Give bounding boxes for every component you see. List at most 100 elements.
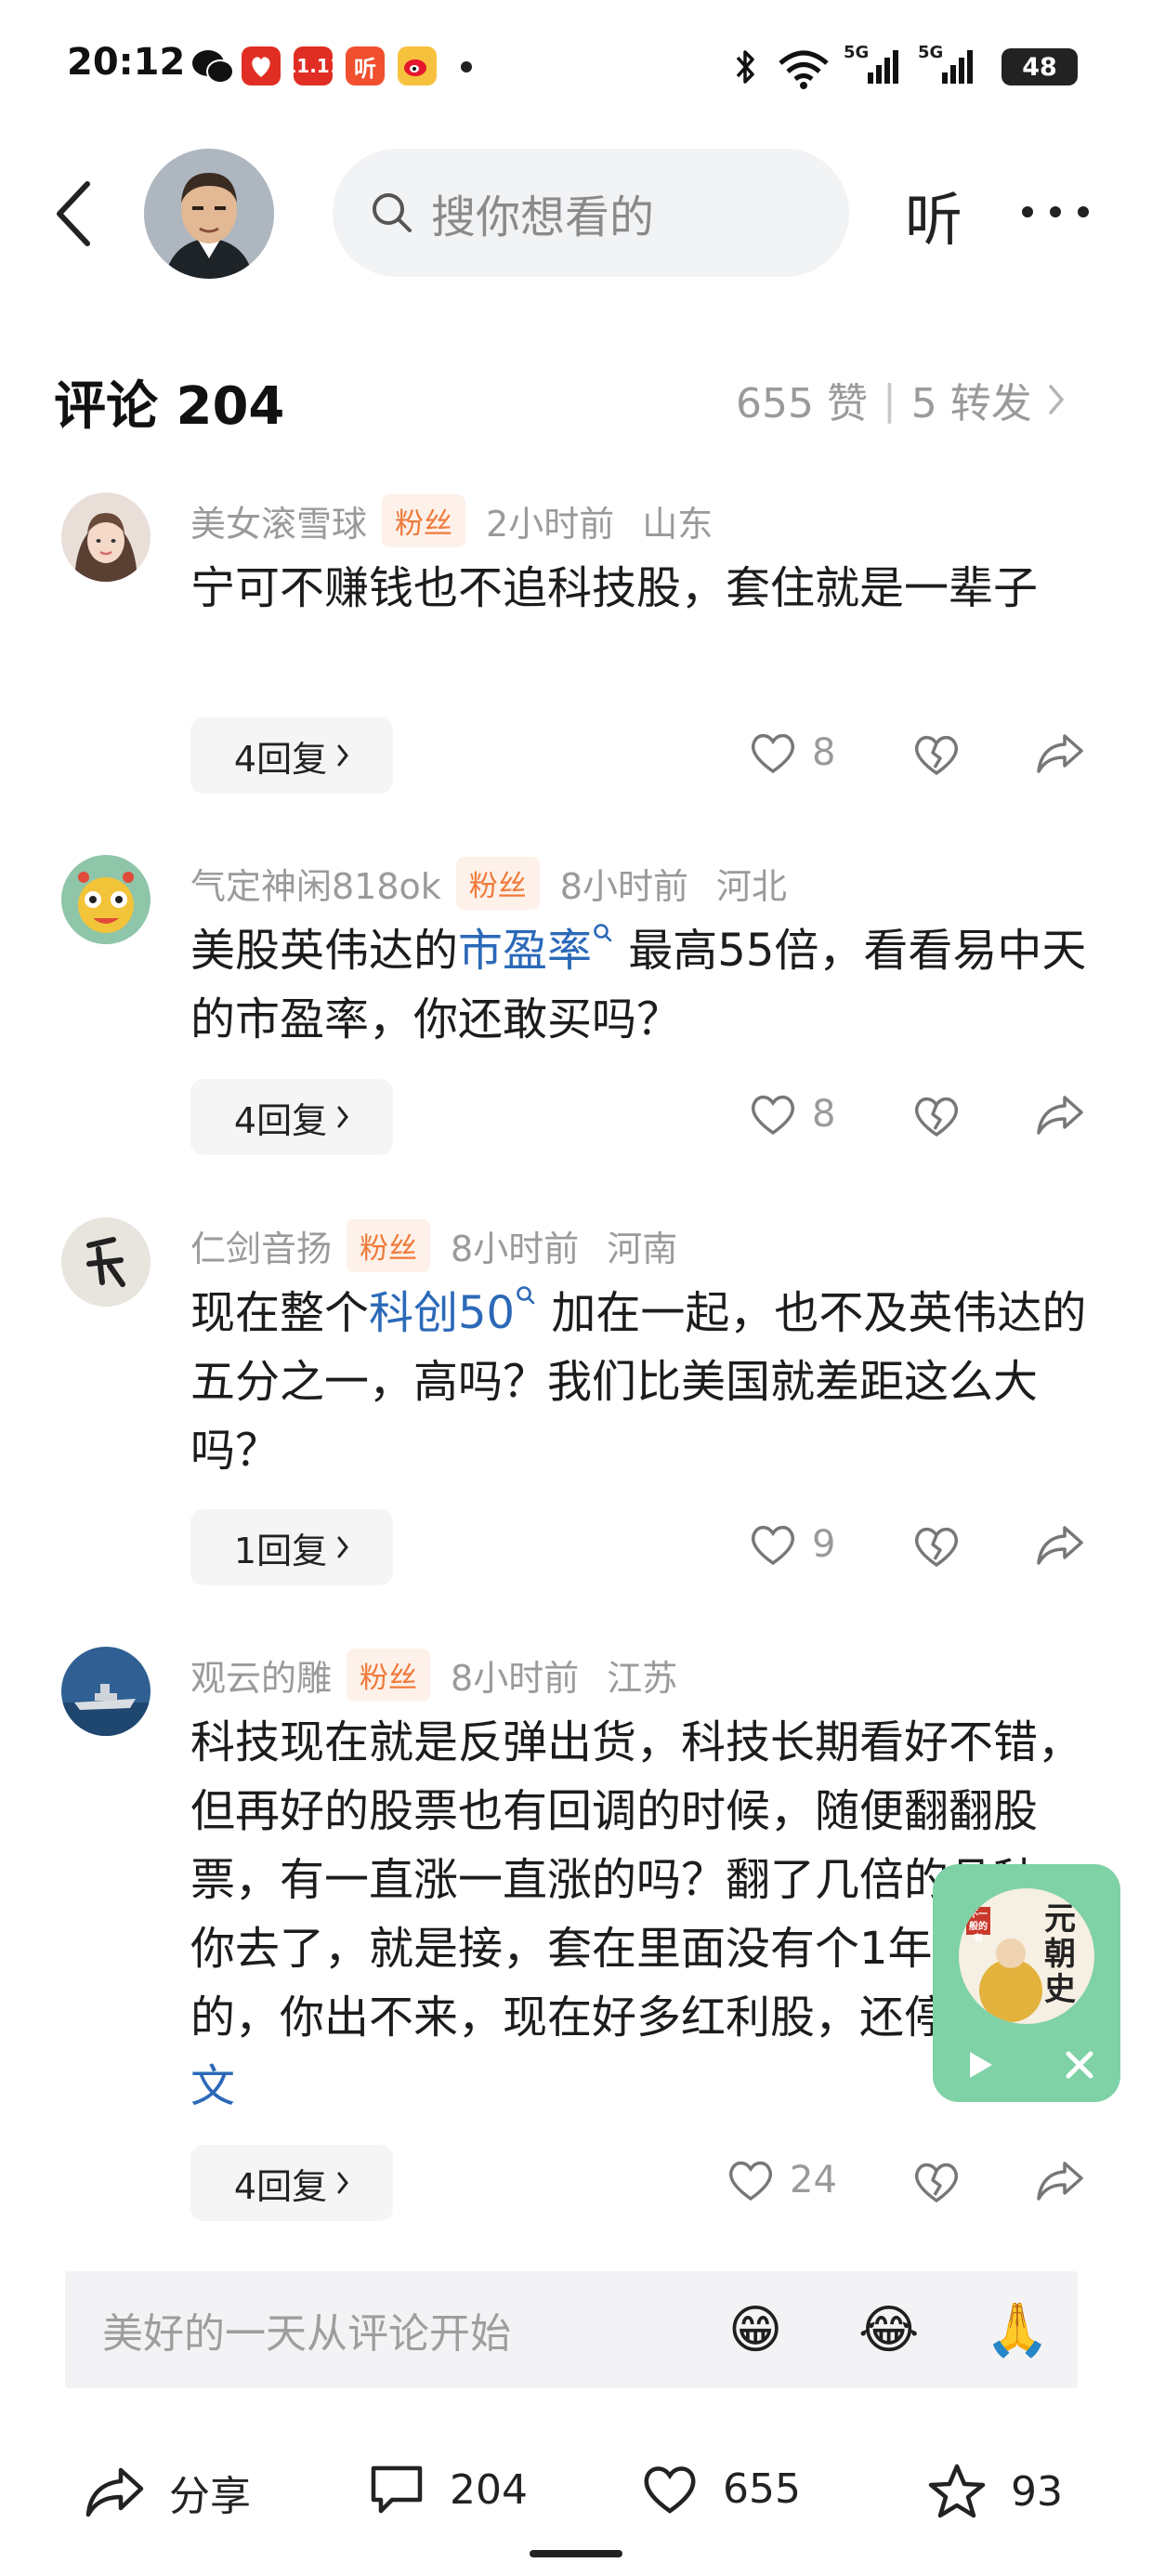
chevron-right-icon xyxy=(1047,383,1066,416)
comments-button[interactable]: 204 xyxy=(368,2463,528,2517)
comment-input[interactable]: 美好的一天从评论开始 xyxy=(65,2271,1078,2388)
search-keyword-link[interactable]: 科创50 xyxy=(369,1286,537,1339)
taobao-1111-icon: 11.11 xyxy=(283,46,343,85)
comment-text: 宁可不赚钱也不追科技股，套住就是一辈子 xyxy=(190,562,1039,614)
comment-username[interactable]: 美女滚雪球 xyxy=(190,495,367,546)
commenter-avatar[interactable] xyxy=(61,493,151,582)
laugh-emoji-icon[interactable]: 😂 xyxy=(858,2303,919,2359)
search-icon xyxy=(594,924,612,942)
pray-emoji-icon[interactable]: 🙏 xyxy=(985,2303,1050,2359)
like-post-button[interactable]: 655 xyxy=(641,2463,801,2515)
search-keyword-link[interactable]: 市盈率 xyxy=(458,924,614,977)
comment-username[interactable]: 气定神闲818ok xyxy=(190,858,441,909)
comments-count: 204 xyxy=(450,2465,528,2514)
floating-audio-player[interactable]: 不一般的有 元朝史 xyxy=(933,1864,1120,2102)
dislike-heart-icon[interactable] xyxy=(912,1524,961,1569)
comment-location: 河北 xyxy=(715,866,787,907)
comments-title: 评论 204 xyxy=(54,376,285,437)
replies-label: 4回复 xyxy=(233,1099,328,1141)
comment-time: 2小时前 xyxy=(486,504,615,545)
pinduoduo-icon xyxy=(242,46,281,85)
dislike-heart-icon[interactable] xyxy=(912,732,961,777)
comment-time: 8小时前 xyxy=(451,1229,580,1269)
replies-label: 1回复 xyxy=(233,1530,328,1571)
comment-input-placeholder: 美好的一天从评论开始 xyxy=(102,2310,511,2358)
battery-indicator: 48 xyxy=(1001,48,1078,85)
like-count: 8 xyxy=(812,1093,836,1136)
like-button[interactable]: 8 xyxy=(749,1092,835,1137)
like-button[interactable]: 9 xyxy=(749,1522,835,1567)
heart-icon xyxy=(749,730,797,775)
share-button[interactable]: 分享 xyxy=(84,2463,251,2522)
heart-icon xyxy=(749,1092,797,1137)
replies-button[interactable]: 4回复 xyxy=(190,1079,393,1155)
chevron-right-icon xyxy=(336,743,349,768)
signal-5g-icon-1: 5G xyxy=(844,43,901,89)
comment-text: 美股英伟达的市盈率 最高55倍，看看易中天的市盈率，你还敢买吗？ xyxy=(190,916,1092,1054)
play-icon[interactable] xyxy=(961,2046,998,2083)
wifi-icon xyxy=(777,48,831,89)
wechat-icon xyxy=(191,48,234,85)
listen-app-icon: 听 xyxy=(346,46,385,85)
chevron-right-icon xyxy=(336,2171,349,2195)
audio-cover[interactable]: 不一般的有 元朝史 xyxy=(959,1888,1094,2024)
likes-count: 655 xyxy=(723,2464,801,2513)
comment-time: 8小时前 xyxy=(451,1658,580,1699)
shares-stat: 5 转发 xyxy=(910,380,1032,427)
grin-emoji-icon[interactable]: 😁 xyxy=(728,2303,782,2359)
listen-button[interactable]: 听 xyxy=(905,173,962,256)
weibo-icon xyxy=(398,46,437,85)
status-time: 20:12 xyxy=(67,41,186,84)
fan-badge: 粉丝 xyxy=(347,1649,431,1702)
replies-button[interactable]: 4回复 xyxy=(190,2145,393,2221)
comment-bubble-icon xyxy=(368,2463,425,2517)
dislike-heart-icon[interactable] xyxy=(912,2160,961,2204)
like-count: 24 xyxy=(790,2159,837,2201)
replies-button[interactable]: 1回复 xyxy=(190,1509,393,1585)
more-options-button[interactable] xyxy=(1022,206,1089,217)
replies-label: 4回复 xyxy=(233,2165,328,2207)
comment-location: 山东 xyxy=(642,504,713,545)
home-indicator[interactable] xyxy=(530,2550,622,2557)
comment-username[interactable]: 仁剑音扬 xyxy=(190,1220,332,1271)
search-placeholder: 搜你想看的 xyxy=(431,191,655,243)
share-comment-icon[interactable] xyxy=(1035,2160,1085,2202)
share-label: 分享 xyxy=(169,2473,251,2520)
heart-icon xyxy=(641,2463,699,2515)
replies-label: 4回复 xyxy=(233,738,328,780)
commenter-avatar[interactable] xyxy=(61,855,151,944)
commenter-avatar[interactable] xyxy=(61,1647,151,1736)
comment-meta: 美女滚雪球 粉丝 2小时前 山东 xyxy=(190,494,713,547)
replies-button[interactable]: 4回复 xyxy=(190,717,393,794)
heart-icon xyxy=(749,1522,797,1567)
star-icon xyxy=(927,2463,987,2520)
like-button[interactable]: 8 xyxy=(749,730,835,775)
back-button[interactable] xyxy=(52,178,93,249)
comment-meta: 仁剑音扬 粉丝 8小时前 河南 xyxy=(190,1219,677,1272)
likes-stat: 655 赞 xyxy=(736,380,868,427)
favorite-button[interactable]: 93 xyxy=(927,2463,1063,2520)
comment-meta: 观云的雕 粉丝 8小时前 江苏 xyxy=(190,1649,677,1702)
comment-username[interactable]: 观云的雕 xyxy=(190,1649,332,1701)
author-avatar[interactable] xyxy=(144,149,274,279)
search-icon xyxy=(370,191,414,235)
comment-location: 江苏 xyxy=(607,1658,678,1699)
post-stats[interactable]: 655 赞 | 5 转发 xyxy=(736,370,1066,429)
share-comment-icon[interactable] xyxy=(1035,732,1085,775)
search-icon xyxy=(517,1286,535,1305)
share-comment-icon[interactable] xyxy=(1035,1524,1085,1567)
fan-badge: 粉丝 xyxy=(347,1219,431,1272)
dislike-heart-icon[interactable] xyxy=(912,1094,961,1138)
comment-time: 8小时前 xyxy=(559,866,688,907)
like-button[interactable]: 24 xyxy=(727,2158,837,2202)
commenter-avatar[interactable] xyxy=(61,1217,151,1307)
chevron-right-icon xyxy=(336,1105,349,1129)
share-icon xyxy=(84,2465,145,2519)
search-bar[interactable]: 搜你想看的 xyxy=(333,149,849,277)
bluetooth-icon xyxy=(734,46,758,87)
share-comment-icon[interactable] xyxy=(1035,1094,1085,1137)
fan-badge: 粉丝 xyxy=(382,494,466,547)
close-icon[interactable] xyxy=(1063,2048,1096,2082)
signal-5g-icon-2: 5G xyxy=(918,43,975,89)
fan-badge: 粉丝 xyxy=(455,857,540,910)
